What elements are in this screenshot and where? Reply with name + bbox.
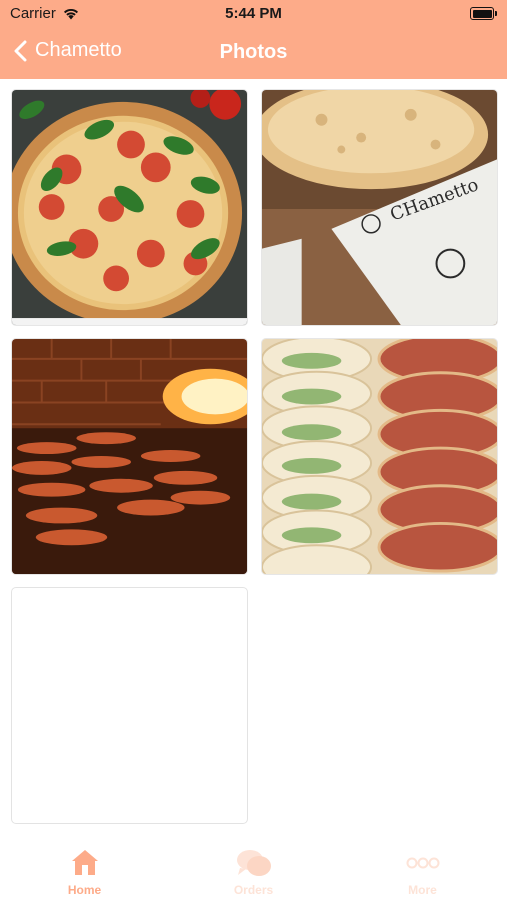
tab-orders-label: Orders <box>233 883 274 897</box>
tab-home-label: Home <box>67 883 102 897</box>
tab-more[interactable]: More <box>338 838 507 900</box>
photo-tile-oven[interactable] <box>11 338 248 575</box>
battery-icon <box>470 7 497 20</box>
status-bar: Carrier 5:44 PM <box>0 0 507 28</box>
photo-tile-manakish[interactable] <box>261 338 498 575</box>
branded-flatbread-photo: CHametto <box>262 90 497 325</box>
tab-home[interactable]: Home <box>0 838 169 900</box>
nav-bar: Chametto Photos <box>0 28 507 79</box>
photo-tile-branded-paper[interactable]: CHametto <box>261 89 498 326</box>
pizza-photo <box>12 90 247 325</box>
status-time: 5:44 PM <box>225 5 282 22</box>
more-dots-icon <box>406 857 439 869</box>
header: Carrier 5:44 PM Chametto Photos <box>0 0 507 79</box>
photo-tile-empty[interactable] <box>11 587 248 824</box>
tab-more-label: More <box>408 883 437 897</box>
tab-orders[interactable]: Orders <box>169 838 338 900</box>
photo-tile-pizza[interactable] <box>11 89 248 326</box>
home-icon <box>71 850 98 875</box>
manakish-photo <box>262 339 497 574</box>
chat-bubbles-icon <box>236 850 271 876</box>
brick-oven-photo <box>12 339 247 574</box>
page-title: Photos <box>219 41 288 63</box>
tab-bar: Home Orders More <box>0 838 507 900</box>
